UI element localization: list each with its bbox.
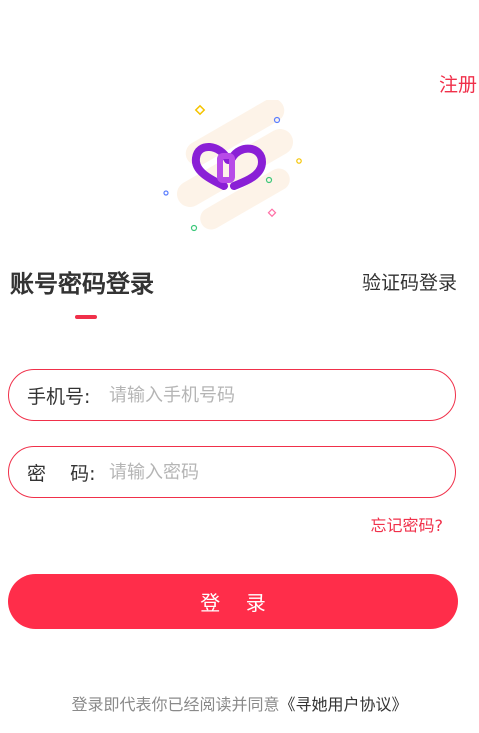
phone-input[interactable] bbox=[109, 384, 455, 406]
logo-icon bbox=[150, 98, 310, 240]
login-button[interactable]: 登 录 bbox=[8, 574, 458, 629]
phone-field[interactable]: 手机号: bbox=[8, 369, 456, 421]
agreement-text: 登录即代表你已经阅读并同意《寻她用户协议》 bbox=[0, 691, 479, 715]
phone-label: 手机号: bbox=[27, 385, 91, 408]
active-tab-indicator bbox=[75, 315, 97, 319]
tab-password-login[interactable]: 账号密码登录 bbox=[10, 264, 154, 299]
agreement-prefix: 登录即代表你已经阅读并同意 bbox=[71, 695, 280, 714]
user-agreement-link[interactable]: 《寻她用户协议》 bbox=[280, 695, 408, 714]
password-label: 密 码: bbox=[27, 462, 96, 485]
forgot-password-link[interactable]: 忘记密码? bbox=[371, 512, 444, 536]
register-link[interactable]: 注册 bbox=[439, 70, 477, 97]
password-input[interactable] bbox=[109, 461, 455, 483]
password-field[interactable]: 密 码: bbox=[8, 446, 456, 498]
tab-sms-login[interactable]: 验证码登录 bbox=[362, 268, 457, 295]
